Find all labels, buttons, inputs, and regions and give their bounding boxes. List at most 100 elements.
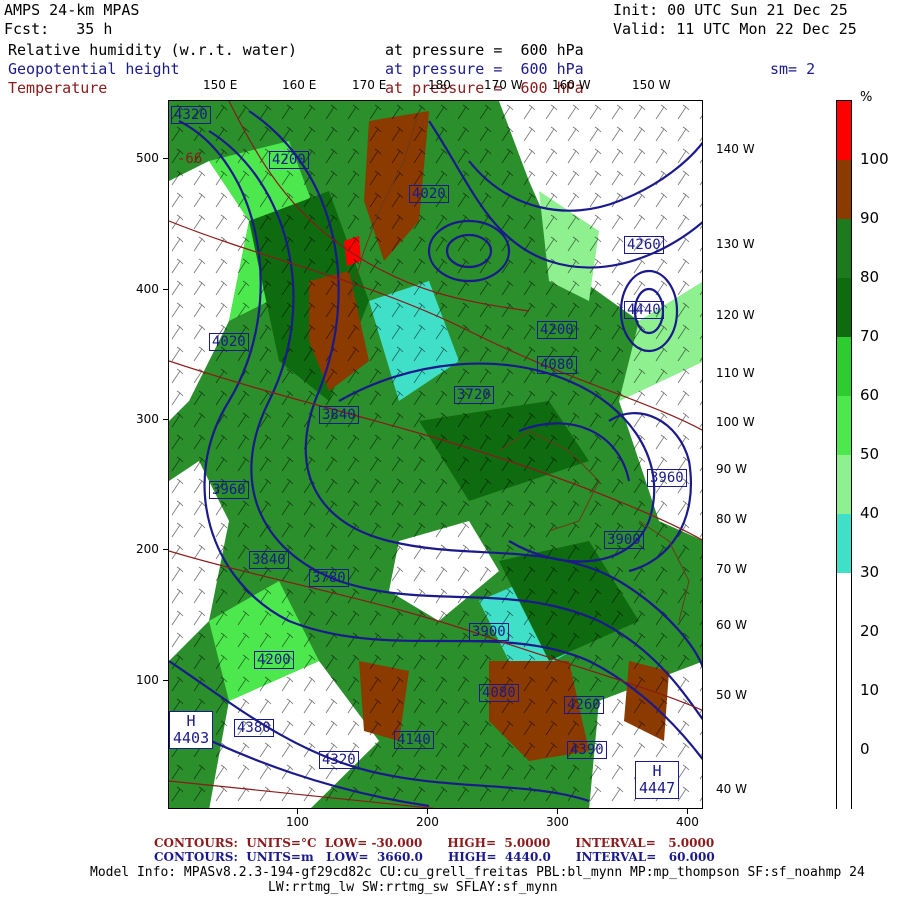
height-contour-label: 4320: [171, 106, 211, 124]
y-tick: [163, 419, 168, 420]
model-info-line2: LW:rrtmg_lw SW:rrtmg_sw SFLAY:sf_mynn: [268, 880, 558, 895]
height-contour-label: 3900: [469, 623, 509, 641]
map-field: [169, 101, 702, 808]
lon-label: 120 W: [716, 308, 755, 322]
colorbar-label: 60: [860, 386, 880, 404]
temperature-contour-info: CONTOURS: UNITS=°C LOW= -30.000 HIGH= 5.…: [154, 836, 715, 850]
x-tick: [557, 809, 558, 814]
colorbar-label: 20: [860, 622, 880, 640]
x-tick: [427, 809, 428, 814]
x-tick-label: 400: [676, 815, 699, 829]
height-contour-label: 3840: [249, 551, 289, 569]
colorbar-label: 80: [860, 268, 880, 286]
height-contour-label: 4260: [564, 696, 604, 714]
lon-label: 130 W: [716, 237, 755, 251]
colorbar-label: 100: [860, 150, 889, 168]
colorbar-segment: [837, 573, 851, 810]
height-contour-label: 4080: [479, 684, 519, 702]
lon-label: 170 W: [484, 78, 523, 92]
var2-level: at pressure = 600 hPa: [385, 60, 584, 78]
lon-label: 170 E: [352, 78, 387, 92]
lon-label: 160 W: [552, 78, 591, 92]
var1-label: Relative humidity (w.r.t. water): [8, 41, 297, 59]
height-contour-label: 4080: [537, 356, 577, 374]
y-tick-label: 200: [136, 542, 159, 556]
lon-label: 150 W: [632, 78, 671, 92]
y-tick: [163, 289, 168, 290]
valid-time: Valid: 11 UTC Mon 22 Dec 25: [613, 20, 857, 38]
colorbar-label: 70: [860, 327, 880, 345]
x-tick: [297, 809, 298, 814]
height-contour-info: CONTOURS: UNITS=m LOW= 3660.0 HIGH= 4440…: [154, 850, 715, 864]
colorbar-segment: [837, 337, 851, 396]
smooth-label: sm= 2: [770, 60, 816, 78]
height-contour-label: 4200: [269, 151, 309, 169]
x-tick-label: 200: [416, 815, 439, 829]
height-contour-label: 4020: [209, 333, 249, 351]
high-value: 4447: [639, 779, 676, 797]
height-contour-label: 4440: [624, 301, 664, 319]
lon-label: 70 W: [716, 562, 747, 576]
y-tick: [163, 158, 168, 159]
height-contour-label: 3900: [604, 531, 644, 549]
lon-label: 140 W: [716, 142, 755, 156]
y-tick: [163, 549, 168, 550]
colorbar-label: 30: [860, 563, 880, 581]
colorbar-segment: [837, 514, 851, 573]
x-tick-label: 300: [546, 815, 569, 829]
colorbar-segment: [837, 396, 851, 455]
high-pressure-label: H 4403: [169, 711, 214, 749]
lon-label: 160 E: [282, 78, 317, 92]
colorbar-label: 50: [860, 445, 880, 463]
colorbar-segment: [837, 455, 851, 514]
colorbar-segment: [837, 219, 851, 278]
height-contour-label: 4020: [409, 185, 449, 203]
y-tick: [163, 680, 168, 681]
lon-label: 100 W: [716, 415, 755, 429]
colorbar-label: 90: [860, 209, 880, 227]
var1-level: at pressure = 600 hPa: [385, 41, 584, 59]
colorbar-label: 40: [860, 504, 880, 522]
weather-map: 4320 4200 4020 3960 3840 3780 3900 4080 …: [168, 100, 703, 809]
height-contour-label: 4140: [394, 731, 434, 749]
high-value: 4403: [173, 729, 210, 747]
model-info: Model Info: MPASv8.2.3-194-gf29cd82c CU:…: [90, 865, 865, 880]
colorbar-segment: [837, 278, 851, 337]
var3-label: Temperature: [8, 79, 108, 97]
height-contour-label: 3960: [209, 481, 249, 499]
height-contour-label: 3720: [454, 386, 494, 404]
y-tick-label: 100: [136, 673, 159, 687]
colorbar-segment: [837, 101, 851, 160]
height-contour-label: 4320: [319, 751, 359, 769]
y-tick-label: 500: [136, 151, 159, 165]
colorbar-unit: %: [860, 90, 873, 105]
x-tick-label: 100: [286, 815, 309, 829]
height-contour-label: 3840: [319, 406, 359, 424]
lon-label: 80 W: [716, 512, 747, 526]
lon-label: 40 W: [716, 782, 747, 796]
temperature-contour-label: -66: [177, 151, 203, 167]
lon-label: 60 W: [716, 618, 747, 632]
y-tick-label: 300: [136, 412, 159, 426]
colorbar-segment: [837, 160, 851, 219]
high-pressure-label: H 4447: [635, 761, 680, 799]
height-contour-label: 4200: [537, 321, 577, 339]
lon-label: 150 E: [203, 78, 238, 92]
high-symbol: H: [652, 762, 662, 780]
colorbar-label: 10: [860, 681, 880, 699]
lon-label: 180: [428, 78, 451, 92]
x-tick: [687, 809, 688, 814]
lon-label: 110 W: [716, 366, 755, 380]
lon-label: 50 W: [716, 688, 747, 702]
var2-label: Geopotential height: [8, 60, 180, 78]
height-contour-label: 4200: [254, 651, 294, 669]
height-contour-label: 4260: [624, 236, 664, 254]
model-title: AMPS 24-km MPAS: [4, 1, 140, 19]
lon-label: 90 W: [716, 462, 747, 476]
init-time: Init: 00 UTC Sun 21 Dec 25: [613, 1, 848, 19]
high-symbol: H: [186, 712, 196, 730]
forecast-hour: Fcst: 35 h: [4, 20, 113, 38]
colorbar: [836, 100, 852, 810]
height-contour-label: 4390: [567, 741, 607, 759]
height-contour-label: 3780: [309, 569, 349, 587]
